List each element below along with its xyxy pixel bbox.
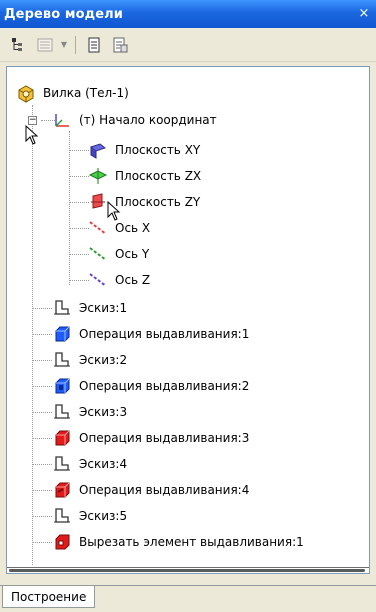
tree-connector: [32, 412, 52, 413]
tree-item-label: Эскиз:2: [79, 353, 128, 367]
tree-item-label: (т) Начало координат: [79, 113, 217, 127]
tree-item-cut-extrude-1[interactable]: Вырезать элемент выдавливания:1: [51, 530, 304, 554]
tree-item-axis-x[interactable]: Ось X: [87, 216, 150, 240]
tree-item-sketch-1[interactable]: Эскиз:1: [51, 296, 127, 320]
tree-item-extrude-4[interactable]: Операция выдавливания:4: [51, 478, 249, 502]
tree-item-label: Эскиз:5: [79, 509, 128, 523]
toolbar-separator: [75, 35, 76, 54]
tree-item-axis-y[interactable]: Ось Y: [87, 242, 149, 266]
tree-item-plane-zy[interactable]: Плоскость ZY: [87, 190, 200, 214]
tree-connector: [32, 516, 52, 517]
tree-toolbar: ▼: [0, 28, 376, 62]
extrude-icon: [51, 323, 73, 345]
axis-x-icon: [87, 217, 109, 239]
part-icon: [15, 82, 37, 104]
tree-connector: [32, 105, 33, 565]
tree-item-origin[interactable]: (т) Начало координат: [51, 108, 217, 132]
tree-item-label: Плоскость ZY: [115, 195, 201, 209]
tree-item-extrude-2[interactable]: Операция выдавливания:2: [51, 374, 249, 398]
model-tree: Вилка (Тел-1) − (т) Начало координат Пло…: [7, 67, 369, 567]
tree-item-label: Вилка (Тел-1): [43, 86, 129, 100]
tree-connector: [32, 386, 52, 387]
tree-connector: [32, 308, 52, 309]
tree-connector: [69, 202, 89, 203]
tree-item-sketch-4[interactable]: Эскиз:4: [51, 452, 127, 476]
tree-connector: [32, 542, 52, 543]
tree-item-label: Эскиз:4: [79, 457, 128, 471]
model-tree-panel: Вилка (Тел-1) − (т) Начало координат Пло…: [6, 66, 370, 574]
tree-structure-icon[interactable]: [8, 34, 30, 56]
document-properties-icon[interactable]: [109, 34, 131, 56]
tree-item-label: Операция выдавливания:3: [79, 431, 250, 445]
tree-item-label: Ось X: [115, 221, 151, 235]
tree-connector: [69, 131, 70, 285]
plane-zy-icon: [87, 191, 109, 213]
extrude-icon: [51, 479, 73, 501]
sketch-icon: [51, 297, 73, 319]
sketch-icon: [51, 453, 73, 475]
extrude-icon: [51, 427, 73, 449]
tree-item-sketch-5[interactable]: Эскиз:5: [51, 504, 127, 528]
horizontal-scrollbar[interactable]: [7, 567, 369, 573]
tree-connector: [32, 334, 52, 335]
tree-item-label: Эскиз:1: [79, 301, 128, 315]
tree-connector: [32, 360, 52, 361]
tree-item-axis-z[interactable]: Ось Z: [87, 268, 150, 292]
tree-connector: [69, 254, 89, 255]
tree-item-label: Эскиз:3: [79, 405, 128, 419]
tree-item-plane-xy[interactable]: Плоскость XY: [87, 138, 200, 162]
document-icon[interactable]: [83, 34, 105, 56]
tree-item-sketch-3[interactable]: Эскиз:3: [51, 400, 127, 424]
tree-item-sketch-2[interactable]: Эскиз:2: [51, 348, 127, 372]
tab-postroenie[interactable]: Построение: [2, 586, 96, 608]
tree-item-label: Ось Y: [115, 247, 150, 261]
tree-item-label: Вырезать элемент выдавливания:1: [79, 535, 304, 549]
tree-item-plane-zx[interactable]: Плоскость ZX: [87, 164, 201, 188]
chevron-down-icon[interactable]: ▼: [60, 34, 68, 56]
tree-item-label: Плоскость XY: [115, 143, 201, 157]
axis-y-icon: [87, 243, 109, 265]
tree-item-label: Операция выдавливания:4: [79, 483, 250, 497]
close-icon[interactable]: ×: [356, 5, 372, 21]
tree-connector: [69, 150, 89, 151]
collapse-toggle[interactable]: −: [28, 116, 37, 125]
tree-connector: [32, 464, 52, 465]
panel-titlebar: Дерево модели ×: [0, 0, 376, 28]
tree-item-root[interactable]: Вилка (Тел-1): [15, 81, 129, 105]
panel-title: Дерево модели: [4, 6, 124, 22]
extrude-icon: [51, 375, 73, 397]
plane-zx-icon: [87, 165, 109, 187]
tree-item-extrude-3[interactable]: Операция выдавливания:3: [51, 426, 249, 450]
tree-options-icon[interactable]: [34, 34, 56, 56]
tree-item-label: Операция выдавливания:2: [79, 379, 250, 393]
origin-axes-icon: [51, 109, 73, 131]
axis-z-icon: [87, 269, 109, 291]
tree-item-label: Плоскость ZX: [115, 169, 202, 183]
sketch-icon: [51, 401, 73, 423]
tree-connector: [32, 490, 52, 491]
scrollbar-thumb[interactable]: [9, 569, 365, 572]
cut-extrude-icon: [51, 531, 73, 553]
plane-xy-icon: [87, 139, 109, 161]
tree-connector: [69, 228, 89, 229]
sketch-icon: [51, 505, 73, 527]
tree-item-extrude-1[interactable]: Операция выдавливания:1: [51, 322, 249, 346]
tree-connector: [69, 176, 89, 177]
sketch-icon: [51, 349, 73, 371]
tree-connector: [69, 280, 89, 281]
tree-item-label: Ось Z: [115, 273, 151, 287]
tree-item-label: Операция выдавливания:1: [79, 327, 250, 341]
tree-connector: [32, 438, 52, 439]
